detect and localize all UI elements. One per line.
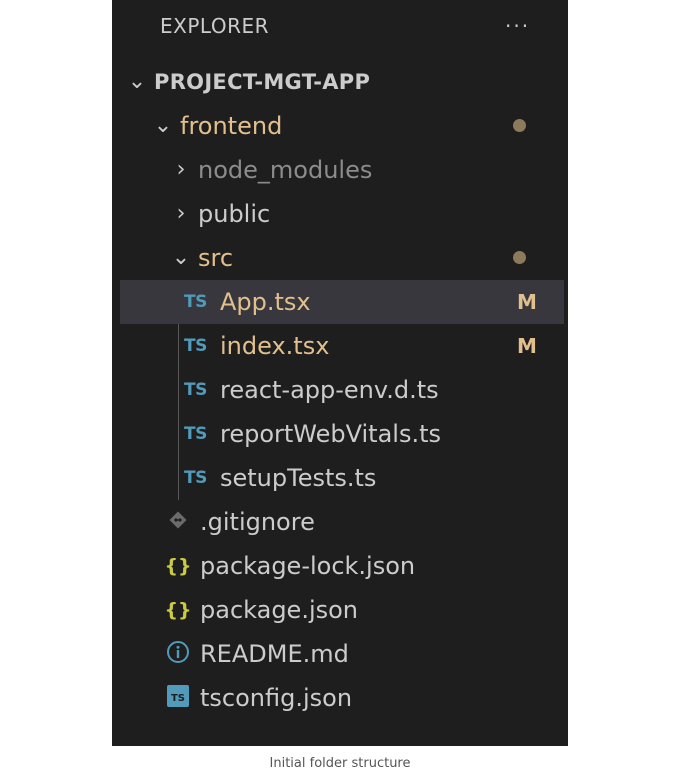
file-label: package.json [200,596,359,624]
tree-item-app-tsx[interactable]: TS App.tsx M [120,280,564,324]
file-label: README.md [200,640,349,668]
tree-item-frontend[interactable]: ⌄ frontend [152,104,564,148]
modified-badge: M [517,290,537,314]
file-label: package-lock.json [200,552,416,580]
ellipsis-icon[interactable]: ··· [505,14,530,38]
tree-item-package-lock[interactable]: {} package-lock.json [164,544,564,588]
chevron-right-icon: › [176,157,186,182]
tree-item-src[interactable]: ⌄ src [170,236,564,280]
modified-dot-icon [513,119,526,132]
typescript-file-icon: TS [184,292,207,312]
tsconfig-icon: TS [164,685,192,711]
chevron-down-icon: ⌄ [153,113,173,138]
tree-item-package-json[interactable]: {} package.json [164,588,564,632]
typescript-file-icon: TS [184,468,207,488]
tree-item-setup-tests[interactable]: TS setupTests.ts [120,456,564,500]
svg-text:TS: TS [171,693,185,704]
chevron-right-icon: › [176,201,186,226]
tree-item-report-web-vitals[interactable]: TS reportWebVitals.ts [120,412,564,456]
tree-item-react-app-env[interactable]: TS react-app-env.d.ts [120,368,564,412]
chevron-down-icon: ⌄ [127,69,147,94]
explorer-panel: EXPLORER ··· ⌄ PROJECT-MGT-APP ⌄ fronten… [112,0,568,746]
public-folder-label: public [198,200,271,228]
typescript-file-icon: TS [184,336,207,356]
src-folder-label: src [198,244,234,272]
file-label: App.tsx [220,288,311,316]
frontend-folder-label: frontend [180,112,283,140]
json-braces-icon: {} [164,599,192,621]
modified-dot-icon [513,251,526,264]
tree-item-readme[interactable]: README.md [164,632,564,676]
typescript-file-icon: TS [184,380,207,400]
file-label: .gitignore [200,508,315,536]
file-label: tsconfig.json [200,684,353,712]
file-label: index.tsx [220,332,330,360]
tree-item-tsconfig[interactable]: TS tsconfig.json [164,676,564,720]
file-label: reportWebVitals.ts [220,420,442,448]
file-label: react-app-env.d.ts [220,376,439,404]
explorer-header: EXPLORER ··· [112,0,568,52]
tree-item-project-root[interactable]: ⌄ PROJECT-MGT-APP [126,60,570,104]
git-icon [164,510,192,534]
tree-item-node-modules[interactable]: › node_modules [170,148,564,192]
file-label: setupTests.ts [220,464,377,492]
explorer-title: EXPLORER [160,14,269,38]
modified-badge: M [517,334,537,358]
node-modules-folder-label: node_modules [198,156,373,184]
typescript-file-icon: TS [184,424,207,444]
tree-item-public[interactable]: › public [170,192,564,236]
chevron-down-icon: ⌄ [171,245,191,270]
tree-item-index-tsx[interactable]: TS index.tsx M [120,324,564,368]
json-braces-icon: {} [164,555,192,577]
figure-caption: Initial folder structure [269,756,411,771]
project-root-label: PROJECT-MGT-APP [154,70,371,94]
info-icon [164,640,192,668]
tree-item-gitignore[interactable]: .gitignore [164,500,564,544]
